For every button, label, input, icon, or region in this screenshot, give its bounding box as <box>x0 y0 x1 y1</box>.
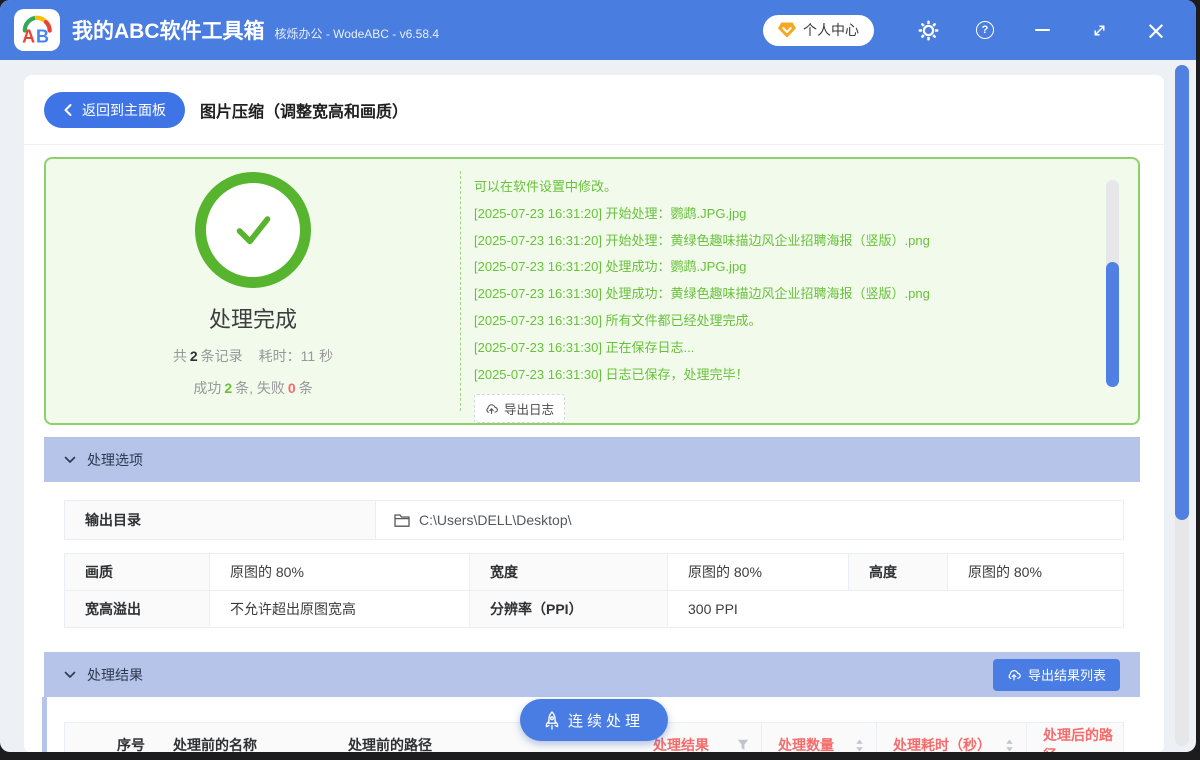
user-center-button[interactable]: 个人中心 <box>763 14 874 46</box>
vip-gem-icon <box>778 22 796 38</box>
section-header-results[interactable]: 处理结果 导出结果列表 <box>44 652 1140 697</box>
sort-icon[interactable] <box>1005 739 1014 752</box>
log-scrollbar-thumb[interactable] <box>1106 262 1119 387</box>
app-window: A B 我的ABC软件工具箱 核烁办公 - WodeABC - v6.58.4 … <box>0 0 1196 752</box>
continue-button-label: 连续处理 <box>567 712 645 730</box>
ppi-value: 300 PPI <box>667 590 1124 628</box>
chevron-down-icon <box>64 671 76 678</box>
summary-status-block: 处理完成 共 2 条记录 耗时：11 秒 成功 2 条, 失败 0 条 <box>46 159 460 423</box>
title-bar: A B 我的ABC软件工具箱 核烁办公 - WodeABC - v6.58.4 … <box>0 0 1196 60</box>
quality-label: 画质 <box>64 553 210 591</box>
minimize-button[interactable] <box>1030 18 1054 42</box>
export-results-label: 导出结果列表 <box>1027 668 1106 683</box>
section-header-options[interactable]: 处理选项 <box>44 437 1140 482</box>
folder-icon <box>394 514 410 527</box>
log-line: [2025-07-23 16:31:30] 日志已保存，处理完毕！ <box>474 366 749 382</box>
gear-icon <box>918 20 938 40</box>
log-line: [2025-07-23 16:31:20] 开始处理：黄绿色趣味描边风企业招聘海… <box>474 232 930 248</box>
app-title: 我的ABC软件工具箱 <box>72 20 265 43</box>
page-title: 图片压缩（调整宽高和画质） <box>200 103 409 121</box>
column-header-name-before: 处理前的名称 <box>173 737 257 752</box>
logo-letter-a: A <box>22 27 35 46</box>
cloud-upload-icon <box>1008 669 1021 680</box>
status-text: 处理完成 <box>208 307 297 332</box>
back-button-label: 返回到主面板 <box>82 101 166 118</box>
log-line: [2025-07-23 16:31:20] 处理成功：鹦鹉.JPG.jpg <box>474 259 747 275</box>
log-line: 可以在软件设置中修改。 <box>474 179 618 194</box>
sort-icon[interactable] <box>855 739 864 752</box>
width-value: 原图的 80% <box>667 553 849 591</box>
user-center-label: 个人中心 <box>803 22 859 38</box>
options-body: 输出目录 C:\Users\DELL\Desktop\ 画质 原图的 80% 宽… <box>24 482 1164 628</box>
height-value: 原图的 80% <box>947 553 1124 591</box>
back-to-dashboard-button[interactable]: 返回到主面板 <box>44 91 185 128</box>
page-header: 返回到主面板 图片压缩（调整宽高和画质） <box>24 75 1164 145</box>
quality-value: 原图的 80% <box>209 553 470 591</box>
export-log-button[interactable]: 导出日志 <box>474 394 566 424</box>
overflow-label: 宽高溢出 <box>64 590 210 628</box>
result-summary-panel: 处理完成 共 2 条记录 耗时：11 秒 成功 2 条, 失败 0 条 可以在软件设置中修改。… <box>44 157 1140 425</box>
chevron-left-icon <box>64 103 72 116</box>
export-results-button[interactable]: 导出结果列表 <box>992 658 1120 691</box>
fail-count: 0 <box>287 380 296 396</box>
check-icon <box>236 216 271 245</box>
success-circle-icon <box>195 172 311 288</box>
filter-icon[interactable] <box>737 739 749 751</box>
log-line: [2025-07-23 16:31:30] 正在保存日志... <box>474 339 695 355</box>
column-header-count[interactable]: 处理数量 <box>762 723 877 752</box>
column-header-select <box>65 723 101 752</box>
height-label: 高度 <box>848 553 948 591</box>
resize-diagonal-icon <box>1093 24 1105 36</box>
app-subtitle: 核烁办公 - WodeABC - v6.58.4 <box>274 26 440 41</box>
chevron-down-icon <box>64 456 76 463</box>
success-count: 2 <box>224 380 233 396</box>
ppi-label: 分辨率（PPI） <box>469 590 668 628</box>
column-header-path-after[interactable]: 处理后的路径 <box>1027 723 1123 752</box>
success-fail-stats-line: 成功 2 条, 失败 0 条 <box>193 380 313 396</box>
close-button[interactable]: × <box>1144 15 1168 45</box>
log-line: [2025-07-23 16:31:30] 处理成功：黄绿色趣味描边风企业招聘海… <box>474 286 930 302</box>
minimize-icon <box>1034 29 1050 31</box>
continue-processing-button[interactable]: 连续处理 <box>519 699 669 741</box>
width-label: 宽度 <box>469 553 668 591</box>
record-stats-line: 共 2 条记录 耗时：11 秒 <box>172 348 334 364</box>
output-directory-value[interactable]: C:\Users\DELL\Desktop\ <box>376 501 1123 539</box>
column-header-duration[interactable]: 处理耗时（秒） <box>877 723 1027 752</box>
content-card: 返回到主面板 图片压缩（调整宽高和画质） 处理完成 共 2 条记录 耗时：11 秒 成… <box>24 75 1164 752</box>
settings-button[interactable] <box>916 18 940 42</box>
total-count: 2 <box>189 348 198 364</box>
time-value: 11 秒 <box>300 348 334 364</box>
output-directory-row: 输出目录 C:\Users\DELL\Desktop\ <box>64 500 1124 540</box>
options-table: 画质 原图的 80% 宽度 原图的 80% 高度 原图的 80% 宽高溢出 不允… <box>64 553 1124 628</box>
help-button[interactable]: ? <box>973 18 997 42</box>
column-header-index: 序号 <box>117 737 145 752</box>
cloud-upload-icon <box>486 404 498 414</box>
export-log-label: 导出日志 <box>504 403 555 418</box>
main-scrollbar-thumb[interactable] <box>1175 65 1189 520</box>
options-section-title: 处理选项 <box>87 451 143 468</box>
section-edge-decoration <box>42 697 47 752</box>
log-output: 可以在软件设置中修改。 [2025-07-23 16:31:20] 开始处理：鹦… <box>461 159 1138 424</box>
logo-letter-b: B <box>36 27 49 46</box>
app-logo-icon: A B <box>14 9 60 51</box>
log-line: [2025-07-23 16:31:30] 所有文件都已经处理完成。 <box>474 312 762 328</box>
help-icon: ? <box>976 21 994 39</box>
rocket-icon <box>545 710 559 730</box>
output-directory-label: 输出目录 <box>65 501 376 539</box>
overflow-value: 不允许超出原图宽高 <box>209 590 470 628</box>
maximize-button[interactable] <box>1087 18 1111 42</box>
close-icon: × <box>1145 15 1167 45</box>
results-section-title: 处理结果 <box>87 666 143 683</box>
log-line: [2025-07-23 16:31:20] 开始处理：鹦鹉.JPG.jpg <box>474 205 747 221</box>
